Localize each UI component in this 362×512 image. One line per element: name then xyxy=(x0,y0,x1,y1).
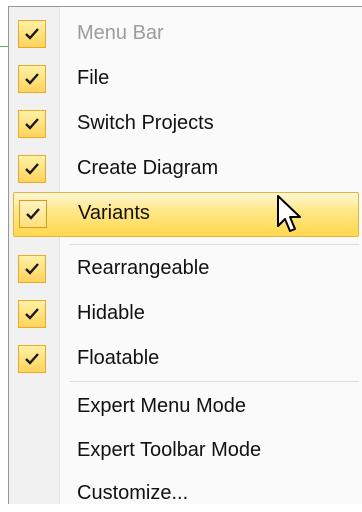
checkmark-icon xyxy=(18,110,46,138)
checkmark-icon xyxy=(18,255,46,283)
checkmark-icon xyxy=(18,155,46,183)
menu-item-customize[interactable]: Customize... xyxy=(9,467,361,512)
checkmark-icon xyxy=(19,200,47,228)
checkmark-icon xyxy=(18,65,46,93)
menu-item-expert-menu-mode[interactable]: Expert Menu Mode xyxy=(9,377,361,422)
menu-item-menu-bar: Menu Bar xyxy=(9,12,361,57)
menu-item-label: Expert Toolbar Mode xyxy=(77,439,262,461)
menu-item-file[interactable]: File xyxy=(9,57,361,102)
menu-item-label: Switch Projects xyxy=(77,112,214,134)
checkmark-icon xyxy=(18,345,46,373)
menu-item-label: File xyxy=(77,67,110,89)
menu-item-label: Menu Bar xyxy=(77,22,164,44)
menu-item-rearrangeable[interactable]: Rearrangeable xyxy=(9,240,361,285)
menu-item-floatable[interactable]: Floatable xyxy=(9,330,361,375)
checkmark-icon xyxy=(18,20,46,48)
menu-item-label: Floatable xyxy=(77,347,160,369)
menu-item-label: Variants xyxy=(78,202,150,224)
menu-item-variants[interactable]: Variants xyxy=(13,192,359,237)
menu-item-hidable[interactable]: Hidable xyxy=(9,285,361,330)
menu-item-create-diagram[interactable]: Create Diagram xyxy=(9,147,361,192)
checkmark-icon xyxy=(18,300,46,328)
context-menu: Menu Bar File Switch Projects Create Dia… xyxy=(8,6,362,504)
arrow-cursor-icon xyxy=(276,194,304,239)
menu-item-expert-toolbar-mode[interactable]: Expert Toolbar Mode xyxy=(9,422,361,467)
menu-item-label: Customize... xyxy=(77,482,189,504)
menu-item-label: Rearrangeable xyxy=(77,257,210,279)
menu-item-label: Hidable xyxy=(77,302,145,324)
menu-item-label: Create Diagram xyxy=(77,157,219,179)
menu-item-label: Expert Menu Mode xyxy=(77,395,246,417)
menu-item-switch-projects[interactable]: Switch Projects xyxy=(9,102,361,147)
